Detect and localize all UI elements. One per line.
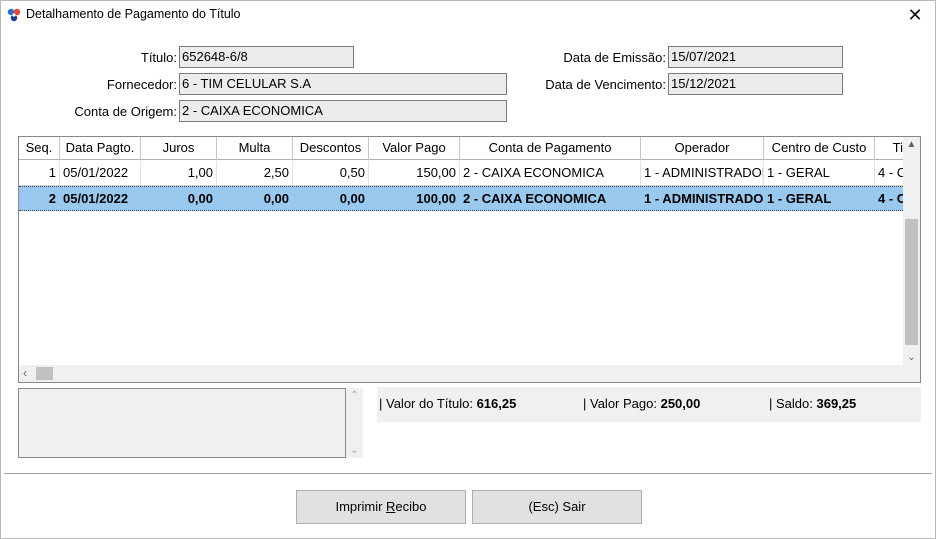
column-header-centro-custo[interactable]: Centro de Custo bbox=[764, 137, 875, 160]
column-header-seq[interactable]: Seq. bbox=[19, 137, 60, 160]
scroll-down-icon[interactable]: ⌄ bbox=[903, 352, 920, 363]
memo-scroll-up-icon[interactable]: ⌃ bbox=[346, 390, 363, 401]
cell-data: 05/01/2022 bbox=[60, 161, 141, 185]
cell-descontos: 0,50 bbox=[293, 161, 369, 185]
valor-pago-value: 250,00 bbox=[660, 396, 701, 411]
cell-valor: 150,00 bbox=[369, 161, 460, 185]
grid-horizontal-scrollbar[interactable]: ‹ › bbox=[19, 365, 917, 382]
valor-titulo-summary: | Valor do Título: 616,25 bbox=[379, 396, 516, 411]
saldo-label: | Saldo: bbox=[769, 396, 813, 411]
data-emissao-field[interactable]: 15/07/2021 bbox=[668, 46, 843, 68]
memo-scroll-down-icon[interactable]: ⌄ bbox=[346, 445, 363, 456]
horizontal-scroll-thumb[interactable] bbox=[36, 367, 53, 380]
cell-centro: 1 - GERAL bbox=[767, 191, 832, 206]
cell-conta: 2 - CAIXA ECONOMICA bbox=[460, 161, 641, 185]
data-vencimento-field[interactable]: 15/12/2021 bbox=[668, 73, 843, 95]
valor-pago-label: | Valor Pago: bbox=[583, 396, 657, 411]
scrollbar-corner bbox=[903, 365, 920, 382]
valor-titulo-value: 616,25 bbox=[476, 396, 517, 411]
data-emissao-label: Data de Emissão: bbox=[563, 50, 666, 65]
column-header-conta-pagamento[interactable]: Conta de Pagamento bbox=[460, 137, 641, 160]
scroll-left-icon[interactable]: ‹ bbox=[23, 366, 27, 380]
cell-tipo: 4 - C bbox=[878, 165, 905, 180]
conta-origem-field[interactable]: 2 - CAIXA ECONOMICA bbox=[179, 100, 507, 122]
fornecedor-field[interactable]: 6 - TIM CELULAR S.A bbox=[179, 73, 507, 95]
window-title: Detalhamento de Pagamento do Título bbox=[26, 7, 241, 21]
data-vencimento-label: Data de Vencimento: bbox=[545, 77, 666, 92]
grid-header: Seq. Data Pagto. Juros Multa Descontos V… bbox=[19, 137, 905, 160]
table-row[interactable]: 1 05/01/2022 1,00 2,50 0,50 150,00 2 - C… bbox=[19, 161, 905, 186]
cell-multa: 2,50 bbox=[217, 161, 293, 185]
payments-grid[interactable]: Seq. Data Pagto. Juros Multa Descontos V… bbox=[18, 136, 921, 383]
titulo-label: Título: bbox=[140, 50, 177, 65]
cell-descontos: 0,00 bbox=[339, 191, 365, 206]
column-header-valor-pago[interactable]: Valor Pago bbox=[369, 137, 460, 160]
cell-juros: 0,00 bbox=[187, 191, 213, 206]
close-icon: ✕ bbox=[907, 5, 923, 25]
notes-memo[interactable] bbox=[18, 388, 346, 458]
cell-tipo: 4 - C bbox=[878, 191, 905, 206]
app-logo-icon bbox=[7, 8, 21, 22]
valor-pago-summary: | Valor Pago: 250,00 bbox=[583, 396, 700, 411]
fornecedor-label: Fornecedor: bbox=[106, 77, 177, 92]
saldo-summary: | Saldo: 369,25 bbox=[769, 396, 856, 411]
column-header-descontos[interactable]: Descontos bbox=[293, 137, 369, 160]
cell-centro: 1 - GERAL bbox=[764, 161, 875, 185]
vertical-scroll-thumb[interactable] bbox=[905, 219, 918, 345]
close-button[interactable]: ✕ bbox=[895, 1, 935, 29]
scroll-up-icon[interactable]: ▲ bbox=[903, 139, 920, 150]
exit-button[interactable]: (Esc) Sair bbox=[472, 490, 642, 524]
saldo-value: 369,25 bbox=[816, 396, 857, 411]
title-bar: Detalhamento de Pagamento do Título ✕ bbox=[1, 1, 935, 29]
cell-seq: 1 bbox=[19, 161, 60, 185]
column-header-juros[interactable]: Juros bbox=[141, 137, 217, 160]
valor-titulo-label: | Valor do Título: bbox=[379, 396, 473, 411]
memo-scrollbar[interactable]: ⌃ ⌄ bbox=[346, 388, 363, 458]
column-header-multa[interactable]: Multa bbox=[217, 137, 293, 160]
table-row-selected[interactable]: 2 05/01/2022 0,00 0,00 0,00 100,00 2 - C… bbox=[19, 186, 905, 211]
cell-conta: 2 - CAIXA ECONOMICA bbox=[463, 191, 607, 206]
cell-multa: 0,00 bbox=[263, 191, 289, 206]
cell-valor: 100,00 bbox=[416, 191, 456, 206]
titulo-field[interactable]: 652648-6/8 bbox=[179, 46, 354, 68]
print-receipt-button[interactable]: Imprimir Recibo bbox=[296, 490, 466, 524]
cell-seq: 2 bbox=[48, 191, 56, 206]
cell-operador: 1 - ADMINISTRADOR bbox=[641, 161, 764, 185]
conta-origem-label: Conta de Origem: bbox=[74, 104, 177, 119]
column-header-tipo[interactable]: Ti bbox=[875, 137, 905, 160]
payment-detail-window: Detalhamento de Pagamento do Título ✕ Tí… bbox=[0, 0, 936, 539]
cell-data: 05/01/2022 bbox=[63, 191, 129, 206]
column-header-operador[interactable]: Operador bbox=[641, 137, 764, 160]
totals-summary: | Valor do Título: 616,25 | Valor Pago: … bbox=[377, 387, 921, 422]
cell-operador: 1 - ADMINISTRADOR bbox=[644, 191, 764, 206]
cell-juros: 1,00 bbox=[141, 161, 217, 185]
footer-separator bbox=[4, 473, 932, 474]
column-header-data-pagto[interactable]: Data Pagto. bbox=[60, 137, 141, 160]
grid-vertical-scrollbar[interactable]: ▲ ⌄ bbox=[903, 137, 920, 365]
